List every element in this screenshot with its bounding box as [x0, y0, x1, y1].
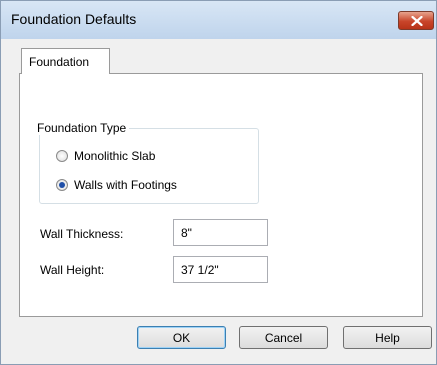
monolithic-slab-label: Monolithic Slab: [74, 149, 156, 163]
foundation-defaults-dialog: Foundation Defaults Foundation Foundatio…: [0, 0, 437, 365]
wall-height-label: Wall Height:: [40, 263, 105, 277]
help-button[interactable]: Help: [343, 326, 432, 349]
wall-thickness-input[interactable]: [173, 219, 268, 246]
tab-foundation-label: Foundation: [29, 55, 90, 69]
title-bar[interactable]: Foundation Defaults: [1, 1, 436, 39]
window-title: Foundation Defaults: [11, 11, 137, 27]
monolithic-slab-radio[interactable]: [56, 150, 68, 162]
ok-button[interactable]: OK: [137, 326, 226, 349]
wall-height-input[interactable]: [173, 256, 268, 283]
walls-with-footings-label: Walls with Footings: [74, 178, 177, 192]
wall-thickness-label: Wall Thickness:: [40, 227, 124, 241]
close-icon: [411, 16, 423, 26]
close-button[interactable]: [398, 11, 434, 30]
foundation-type-legend: Foundation Type: [34, 121, 130, 135]
tab-foundation[interactable]: Foundation: [21, 48, 110, 74]
walls-with-footings-radio[interactable]: [56, 179, 68, 191]
foundation-tab-panel: Foundation Type Monolithic Slab Walls wi…: [19, 73, 423, 317]
foundation-type-group: [39, 128, 259, 204]
cancel-button[interactable]: Cancel: [239, 326, 328, 349]
